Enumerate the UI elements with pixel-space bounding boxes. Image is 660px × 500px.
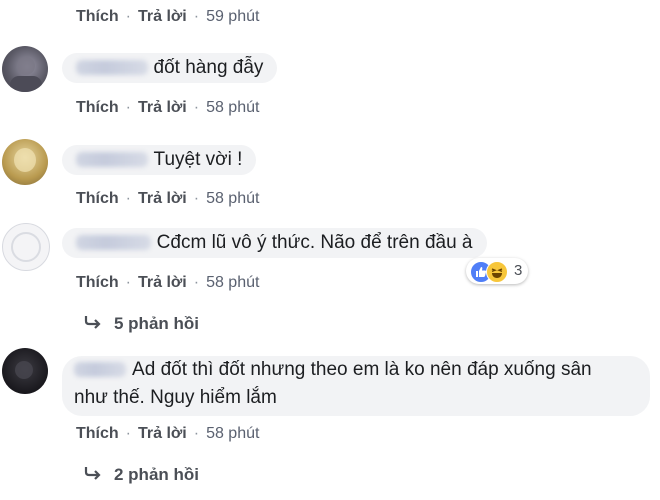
like-link[interactable]: Thích (76, 190, 119, 208)
avatar[interactable] (2, 46, 48, 92)
comment-time[interactable]: 58 phút (206, 425, 259, 443)
avatar-photo (10, 57, 42, 92)
comment-actions: Thích · Trả lời · 58 phút (76, 190, 260, 208)
comment-bubble: Tran Nguyen Cđcm lũ vô ý thức. Não để trê… (62, 228, 487, 258)
like-link[interactable]: Thích (76, 8, 119, 26)
reply-arrow-icon (84, 465, 114, 485)
comment-text: Cđcm lũ vô ý thức. Não để trên đầu à (156, 232, 473, 253)
comment-text: đốt hàng đẫy (153, 57, 264, 78)
reply-link[interactable]: Trả lời (138, 99, 187, 117)
comment-actions: Thích · Trả lời · 58 phút (76, 425, 260, 443)
avatar-photo (11, 232, 41, 262)
reaction-summary[interactable]: 3 (466, 258, 528, 284)
haha-icon (486, 261, 508, 283)
comment-bubble: Nhi Tuan Ad đốt thì đốt nhưng theo em là … (62, 356, 650, 416)
author-name-blurred[interactable]: Nhi Tuan (74, 362, 127, 378)
comment-time[interactable]: 59 phút (206, 8, 259, 26)
avatar[interactable] (2, 348, 48, 394)
avatar-photo (14, 148, 36, 172)
comment-actions: Thích · Trả lời · 58 phút (76, 99, 260, 117)
comment-time[interactable]: 58 phút (206, 190, 259, 208)
comment-time[interactable]: 58 phút (206, 274, 259, 292)
reaction-count: 3 (514, 262, 523, 279)
comment-time[interactable]: 58 phút (206, 99, 259, 117)
like-link[interactable]: Thích (76, 274, 119, 292)
comment-text: Tuyệt vời ! (153, 149, 243, 170)
view-replies-link[interactable]: 2 phản hồi (84, 465, 199, 485)
author-name-blurred[interactable]: Huy Nguyen (76, 152, 148, 168)
reply-link[interactable]: Trả lời (138, 190, 187, 208)
avatar[interactable] (2, 139, 48, 185)
view-replies-link[interactable]: 5 phản hồi (84, 314, 199, 334)
reply-link[interactable]: Trả lời (138, 274, 187, 292)
comment-bubble: Huy Nguyen Tuyệt vời ! (62, 145, 257, 175)
reply-arrow-icon (84, 314, 114, 334)
like-link[interactable]: Thích (76, 425, 119, 443)
replies-count-label: 5 phản hồi (114, 314, 199, 333)
author-name-blurred[interactable]: Tran Nguyen (76, 235, 151, 251)
replies-count-label: 2 phản hồi (114, 465, 199, 484)
like-link[interactable]: Thích (76, 99, 119, 117)
comment-actions: Thích · Trả lời · 59 phút (76, 8, 260, 26)
avatar[interactable] (2, 223, 50, 271)
avatar-photo (15, 361, 33, 379)
comment-text-line1: Ad đốt thì đốt nhưng theo em là ko nên đ… (132, 359, 592, 380)
comment-bubble: Huy Nguyen đốt hàng đẫy (62, 53, 278, 83)
reply-link[interactable]: Trả lời (138, 8, 187, 26)
author-name-blurred[interactable]: Huy Nguyen (76, 60, 148, 76)
comment-text-line2: như thế. Nguy hiểm lắm (74, 387, 277, 408)
comment-actions: Thích · Trả lời · 58 phút (76, 274, 260, 292)
reply-link[interactable]: Trả lời (138, 425, 187, 443)
